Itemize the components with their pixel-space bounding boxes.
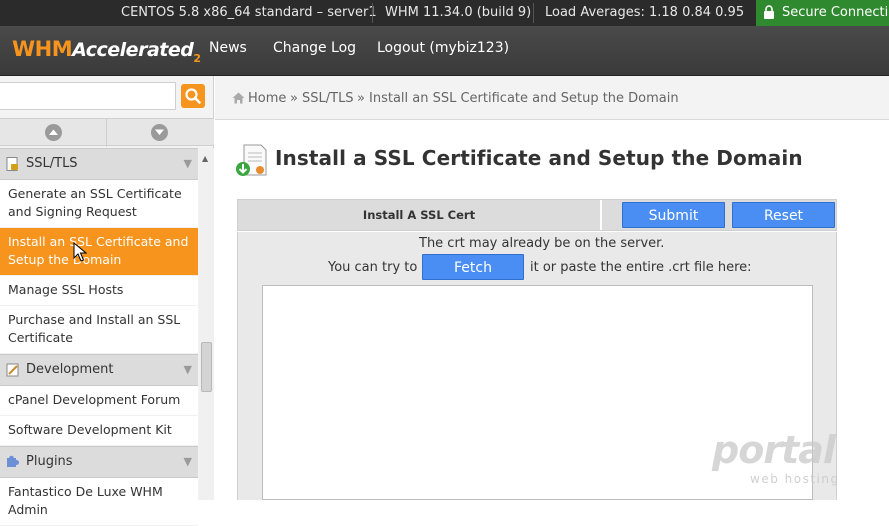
sidebar-item-sdk[interactable]: Software Development Kit	[0, 416, 198, 446]
submit-button[interactable]: Submit	[622, 202, 725, 228]
chevron-up-icon	[49, 129, 58, 135]
whm-logo[interactable]: WHMAccelerated2	[12, 37, 201, 65]
chevron-down-icon[interactable]: ▼	[184, 149, 192, 179]
sidebar-menu: SSL/TLS ▼ Generate an SSL Certificate an…	[0, 148, 198, 526]
status-divider	[372, 3, 373, 23]
top-header: WHMAccelerated2 News Change Log Logout (…	[0, 26, 889, 76]
search-button[interactable]	[181, 84, 205, 108]
mouse-cursor-icon	[73, 242, 87, 262]
status-divider	[533, 3, 534, 23]
divider	[106, 119, 107, 147]
server-status-bar: CENTOS 5.8 x86_64 standard – server1 WHM…	[0, 0, 889, 26]
logo-accelerated: Accelerated	[72, 39, 194, 61]
category-development[interactable]: Development ▼	[0, 354, 198, 386]
chevron-down-icon[interactable]: ▼	[184, 355, 192, 385]
sidebar-scroll-thumb[interactable]	[201, 342, 212, 392]
breadcrumb-separator: »	[290, 91, 298, 106]
nav-news[interactable]: News	[209, 26, 247, 76]
scroll-up-arrow-icon[interactable]: ▲	[202, 154, 208, 163]
category-label: SSL/TLS	[26, 156, 78, 171]
sidebar-item-cpanel-dev-forum[interactable]: cPanel Development Forum	[0, 386, 198, 416]
category-ssl-tls[interactable]: SSL/TLS ▼	[0, 148, 198, 180]
fetch-suffix-text: it or paste the entire .crt file here:	[530, 260, 752, 275]
sidebar: SSL/TLS ▼ Generate an SSL Certificate an…	[0, 76, 214, 526]
page-title: Install a SSL Certificate and Setup the …	[275, 146, 803, 170]
chevron-down-icon[interactable]: ▼	[184, 447, 192, 477]
crt-hint-text: The crt may already be on the server.	[419, 236, 665, 251]
logo-whm: WHM	[12, 37, 73, 61]
panel-label: Install A SSL Cert	[238, 200, 602, 230]
sidebar-scrollbar[interactable]: ▲	[199, 148, 214, 500]
sidebar-item-purchase-ssl[interactable]: Purchase and Install an SSL Certificate	[0, 306, 198, 354]
scroll-down-button[interactable]	[151, 124, 168, 141]
load-averages: Load Averages: 1.18 0.84 0.95	[545, 5, 745, 20]
reset-button[interactable]: Reset	[732, 202, 835, 228]
sidebar-item-generate-ssl[interactable]: Generate an SSL Certificate and Signing …	[0, 180, 198, 228]
puzzle-icon	[7, 455, 19, 467]
scroll-up-button[interactable]	[45, 124, 62, 141]
breadcrumb-ssl-tls[interactable]: SSL/TLS	[302, 76, 354, 122]
nav-logout[interactable]: Logout (mybiz123)	[377, 26, 509, 76]
breadcrumb: Home » SSL/TLS » Install an SSL Certific…	[215, 76, 889, 120]
logo-two: 2	[193, 52, 201, 65]
whm-version: WHM 11.34.0 (build 9)	[385, 5, 532, 20]
category-plugins[interactable]: Plugins ▼	[0, 446, 198, 478]
sidebar-scroll-controls	[0, 118, 214, 147]
watermark-main: portal	[712, 428, 836, 472]
server-info: CENTOS 5.8 x86_64 standard – server1	[121, 5, 377, 20]
secure-connection-label: Secure Connection	[782, 5, 889, 20]
breadcrumb-home[interactable]: Home	[248, 76, 286, 122]
install-ssl-panel-header: Install A SSL Cert Submit Reset	[237, 199, 837, 231]
secure-connection-badge: Secure Connection	[756, 0, 889, 26]
breadcrumb-current: Install an SSL Certificate and Setup the…	[369, 91, 679, 106]
fetch-button[interactable]: Fetch	[422, 254, 524, 280]
home-icon[interactable]	[232, 92, 245, 104]
fetch-prefix-text: You can try to	[328, 260, 418, 275]
nav-change-log[interactable]: Change Log	[273, 26, 356, 76]
search-icon	[185, 88, 201, 104]
category-label: Development	[26, 362, 114, 377]
breadcrumb-separator: »	[357, 91, 365, 106]
chevron-down-icon	[155, 129, 164, 135]
lock-icon	[764, 5, 774, 19]
sidebar-item-install-ssl[interactable]: Install an SSL Certificate and Setup the…	[0, 228, 198, 276]
category-label: Plugins	[26, 454, 73, 469]
sidebar-item-fantastico[interactable]: Fantastico De Luxe WHM Admin	[0, 478, 198, 526]
document-lock-icon	[6, 157, 18, 171]
pencil-note-icon	[6, 363, 19, 377]
watermark-sub: web hosting	[750, 472, 840, 486]
ssl-certificate-icon	[236, 144, 267, 176]
sidebar-search-input[interactable]	[0, 82, 176, 110]
sidebar-item-manage-ssl-hosts[interactable]: Manage SSL Hosts	[0, 276, 198, 306]
watermark-logo: portal web hosting	[712, 428, 838, 486]
